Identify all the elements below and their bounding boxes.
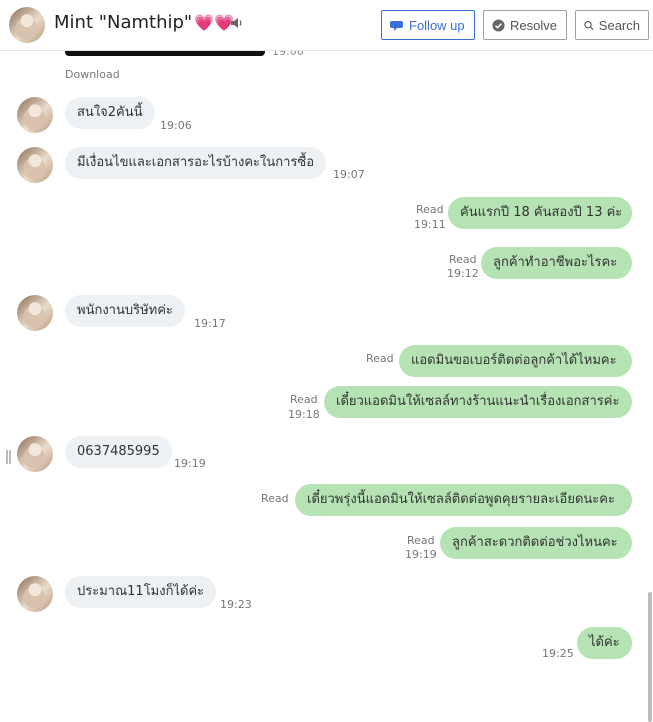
contact-avatar xyxy=(17,576,53,612)
outgoing-message: แอดมินขอเบอร์ติดต่อลูกค้าได้ไหมคะ xyxy=(399,345,632,377)
read-receipt: Read xyxy=(290,393,318,406)
outgoing-message: ลูกค้าทำอาชีพอะไรคะ xyxy=(481,247,632,279)
resolve-button[interactable]: Resolve xyxy=(483,10,567,40)
read-receipt: Read xyxy=(449,253,477,266)
outgoing-message: คันแรกปี 18 คันสองปี 13 ค่ะ xyxy=(448,197,632,229)
chat-bubble-icon xyxy=(390,21,403,31)
search-button[interactable]: Search xyxy=(575,10,649,40)
message-time: 19:23 xyxy=(220,598,252,611)
message-time: 19:19 xyxy=(174,457,206,470)
follow-up-button[interactable]: Follow up xyxy=(381,10,475,40)
message-time: 19:17 xyxy=(194,317,226,330)
incoming-message: ประมาณ11โมงก็ได้ค่ะ xyxy=(65,576,217,608)
message-time: 19:19 xyxy=(405,548,437,561)
incoming-message: พนักงานบริษัทค่ะ xyxy=(65,295,185,327)
contact-avatar[interactable] xyxy=(9,7,45,43)
outgoing-message: เดี๋ยวแอดมินให้เซลล์ทางร้านแนะนำเรื่องเอ… xyxy=(324,386,632,418)
incoming-message: 0637485995 xyxy=(65,436,172,468)
read-receipt: Read xyxy=(416,203,444,216)
search-label: Search xyxy=(598,17,640,33)
contact-avatar xyxy=(17,97,53,133)
incoming-message: มีเงื่อนไขและเอกสารอะไรบ้างคะในการซื้อ xyxy=(65,147,327,179)
contact-avatar xyxy=(17,436,53,472)
outgoing-message: ลูกค้าสะดวกติดต่อช่วงไหนคะ xyxy=(440,527,632,559)
message-time: 19:18 xyxy=(288,408,320,421)
incoming-message: สนใจ2คันนี้ xyxy=(65,97,155,129)
outgoing-message: เดี๋ยวพรุ่งนี้แอดมินให้เซลล์ติดต่อพูดคุย… xyxy=(295,484,632,516)
message-time: 19:11 xyxy=(414,218,446,231)
contact-avatar xyxy=(17,295,53,331)
scrollbar[interactable] xyxy=(648,592,652,722)
download-link[interactable]: Download xyxy=(65,68,120,81)
contact-avatar xyxy=(17,147,53,183)
panel-resize-handle[interactable] xyxy=(6,450,11,464)
message-time: 19:07 xyxy=(333,168,365,181)
read-receipt: Read xyxy=(366,352,394,365)
resolve-label: Resolve xyxy=(510,17,557,33)
chat-header: Mint "Namthip" 💗💗 Follow up Resolve Searc… xyxy=(0,0,653,51)
message-list[interactable]: 19:06 Download สนใจ2คันนี้ 19:06 มีเงื่อ… xyxy=(0,45,653,722)
read-receipt: Read xyxy=(261,492,289,505)
message-time: 19:25 xyxy=(542,647,574,660)
outgoing-message: ได้ค่ะ xyxy=(577,627,632,659)
resolve-icon xyxy=(492,18,505,32)
follow-up-label: Follow up xyxy=(409,17,465,33)
message-time: 19:06 xyxy=(160,119,192,132)
search-icon xyxy=(584,20,594,30)
contact-name: Mint "Namthip" 💗💗 xyxy=(54,12,234,33)
speaker-icon[interactable] xyxy=(230,16,244,30)
hearts-emoji: 💗💗 xyxy=(194,13,235,32)
message-time: 19:12 xyxy=(447,267,479,280)
read-receipt: Read xyxy=(407,534,435,547)
contact-name-text: Mint "Namthip" xyxy=(54,12,193,33)
